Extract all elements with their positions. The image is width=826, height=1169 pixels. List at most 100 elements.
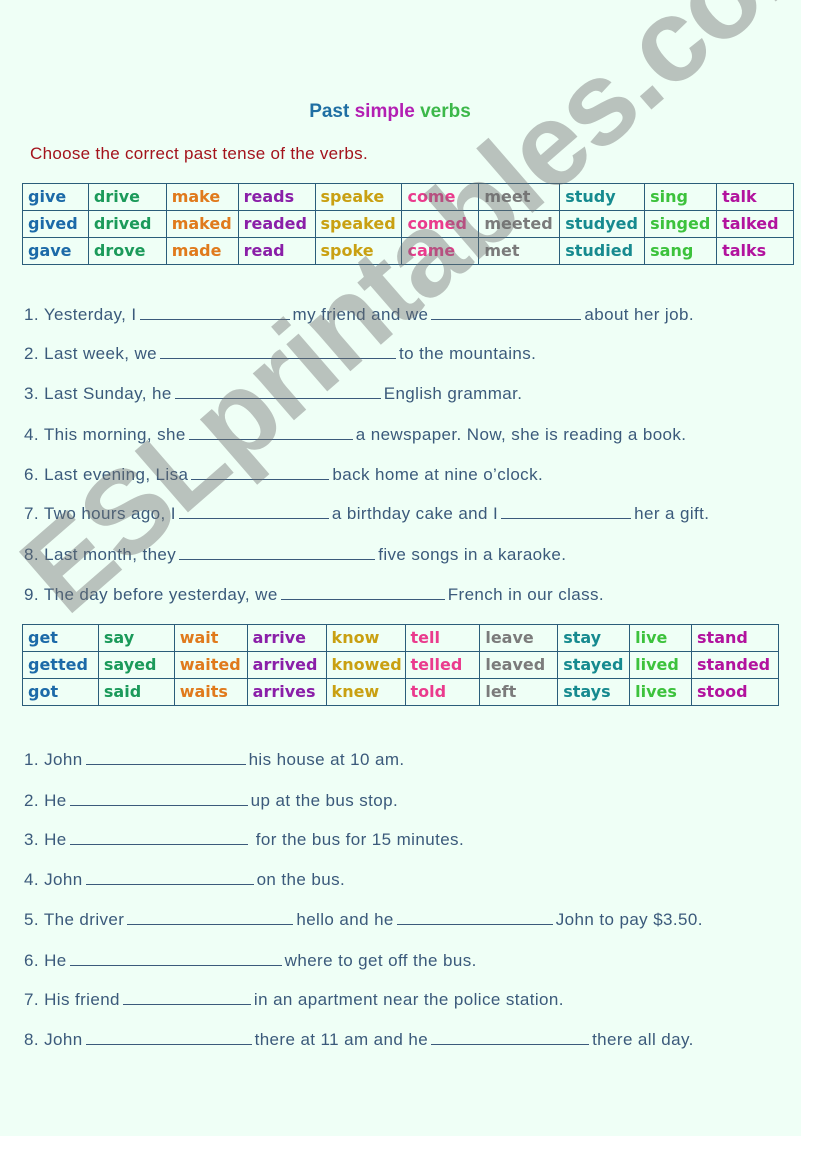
instruction-text: Choose the correct past tense of the ver… xyxy=(30,144,368,163)
verb-cell: gave xyxy=(22,237,89,265)
verb-cell: spoke xyxy=(314,237,403,265)
verb-cell: speake xyxy=(314,183,403,211)
sentence-text: for the bus for 15 minutes. xyxy=(250,830,465,849)
verb-cell: gived xyxy=(22,210,89,238)
sentence-number: 5. xyxy=(24,910,39,929)
sentence-text: on the bus. xyxy=(256,870,346,889)
worksheet-page: Past simple verbs Choose the correct pas… xyxy=(0,0,826,1136)
sentence-text: English grammar. xyxy=(383,384,523,403)
exercise-sentence: 2. He up at the bus stop. xyxy=(24,791,398,811)
sentence-text: Two hours ago, I xyxy=(43,504,176,523)
sentence-number: 4. xyxy=(24,870,39,889)
verb-table-1-row: gived drived maked readed speaked comed meeted… xyxy=(22,210,794,238)
sentence-number: 4. xyxy=(24,425,39,444)
exercise-sentence: 1. Yesterday, I my friend and we about her… xyxy=(24,305,694,325)
sentence-number: 9. xyxy=(24,585,39,604)
sentence-number: 3. xyxy=(24,830,39,849)
sentence-text: He xyxy=(44,951,67,970)
verb-cell: came xyxy=(401,237,480,265)
verb-table-1-body: give drive make reads speake come meet study sin… xyxy=(22,183,794,265)
exercise-sentence: 6. Last evening, Lisa back home at nine o… xyxy=(24,465,543,485)
verb-table-1-row: give drive make reads speake come meet study sin… xyxy=(22,183,794,211)
verb-cell: talks xyxy=(716,237,794,265)
answer-blank[interactable] xyxy=(69,791,248,806)
answer-blank[interactable] xyxy=(122,990,251,1005)
answer-blank[interactable] xyxy=(188,425,353,440)
sentence-text: up at the bus stop. xyxy=(250,791,399,810)
sentence-text: Last Sunday, he xyxy=(44,384,172,403)
verb-cell: live xyxy=(629,624,693,652)
verb-cell: know xyxy=(325,624,406,652)
answer-blank[interactable] xyxy=(127,910,294,925)
verb-cell: meeted xyxy=(478,210,561,238)
verb-cell: stood xyxy=(691,678,779,706)
sentence-text: there at 11 am and he xyxy=(254,1030,429,1049)
title-word-verbs: verbs xyxy=(420,101,471,122)
verb-table-2-row: get say wait arrive know tell leave stay live sta… xyxy=(22,624,779,652)
sentence-text: Last evening, Lisa xyxy=(44,465,189,484)
exercise-sentence: 4. This morning, she a newspaper. Now, sh… xyxy=(24,425,686,445)
sentence-number: 8. xyxy=(24,1030,39,1049)
verb-cell: meet xyxy=(478,183,561,211)
verb-cell: drive xyxy=(87,183,167,211)
sentence-text: John xyxy=(44,870,83,889)
answer-blank[interactable] xyxy=(85,870,254,885)
verb-cell: left xyxy=(479,678,559,706)
answer-blank[interactable] xyxy=(85,750,246,765)
verb-cell: give xyxy=(22,183,89,211)
answer-blank[interactable] xyxy=(431,305,582,320)
answer-blank[interactable] xyxy=(179,545,376,560)
answer-blank[interactable] xyxy=(174,384,381,399)
sentence-number: 7. xyxy=(24,504,39,523)
sentence-number: 3. xyxy=(24,384,39,403)
exercise-sentence: 3. Last Sunday, he English grammar. xyxy=(24,384,522,404)
verb-cell: got xyxy=(22,678,99,706)
verb-cell: tell xyxy=(404,624,481,652)
sentence-number: 1. xyxy=(24,750,39,769)
exercise-sentence: 8. Last month, they five songs in a karao… xyxy=(24,545,566,565)
answer-blank[interactable] xyxy=(139,305,290,320)
verb-cell: reads xyxy=(237,183,316,211)
verb-cell: talk xyxy=(716,183,794,211)
sentence-number: 6. xyxy=(24,951,39,970)
verb-cell: singed xyxy=(644,210,718,238)
answer-blank[interactable] xyxy=(191,465,330,480)
verb-cell: lives xyxy=(629,678,693,706)
exercise-sentence: 9. The day before yesterday, we French in… xyxy=(24,585,604,605)
sentence-text: his house at 10 am. xyxy=(248,750,405,769)
answer-blank[interactable] xyxy=(280,585,445,600)
exercise-sentence: 4. John on the bus. xyxy=(24,870,345,890)
verb-cell: telled xyxy=(404,651,481,679)
verb-cell: arrives xyxy=(246,678,327,706)
sentence-text: He xyxy=(44,830,67,849)
sentence-text: where to get off the bus. xyxy=(284,951,477,970)
answer-blank[interactable] xyxy=(178,504,329,519)
verb-cell: made xyxy=(165,237,239,265)
answer-blank[interactable] xyxy=(85,1030,252,1045)
sentence-text: hello and he xyxy=(296,910,394,929)
verb-cell: comed xyxy=(401,210,480,238)
answer-blank[interactable] xyxy=(160,344,397,359)
verb-cell: standed xyxy=(691,651,779,679)
verb-cell: get xyxy=(22,624,99,652)
verb-cell: met xyxy=(478,237,561,265)
verb-cell: talked xyxy=(716,210,794,238)
verb-cell: speaked xyxy=(314,210,403,238)
verb-cell: maked xyxy=(165,210,239,238)
answer-blank[interactable] xyxy=(69,951,282,966)
answer-blank[interactable] xyxy=(69,830,248,845)
answer-blank[interactable] xyxy=(396,910,553,925)
verb-cell: readed xyxy=(237,210,316,238)
sentence-text: to the mountains. xyxy=(399,344,537,363)
verb-cell: stand xyxy=(691,624,779,652)
sentence-text: there all day. xyxy=(592,1030,694,1049)
sentence-number: 8. xyxy=(24,545,39,564)
verb-cell: knowed xyxy=(325,651,406,679)
sentence-text: His friend xyxy=(44,990,120,1009)
exercise-sentence: 8. John there at 11 am and he there all da… xyxy=(24,1030,694,1050)
verb-cell: lived xyxy=(629,651,693,679)
sentence-text: about her job. xyxy=(584,305,694,324)
exercise-sentence: 6. He where to get off the bus. xyxy=(24,951,477,971)
answer-blank[interactable] xyxy=(431,1030,590,1045)
answer-blank[interactable] xyxy=(501,504,632,519)
